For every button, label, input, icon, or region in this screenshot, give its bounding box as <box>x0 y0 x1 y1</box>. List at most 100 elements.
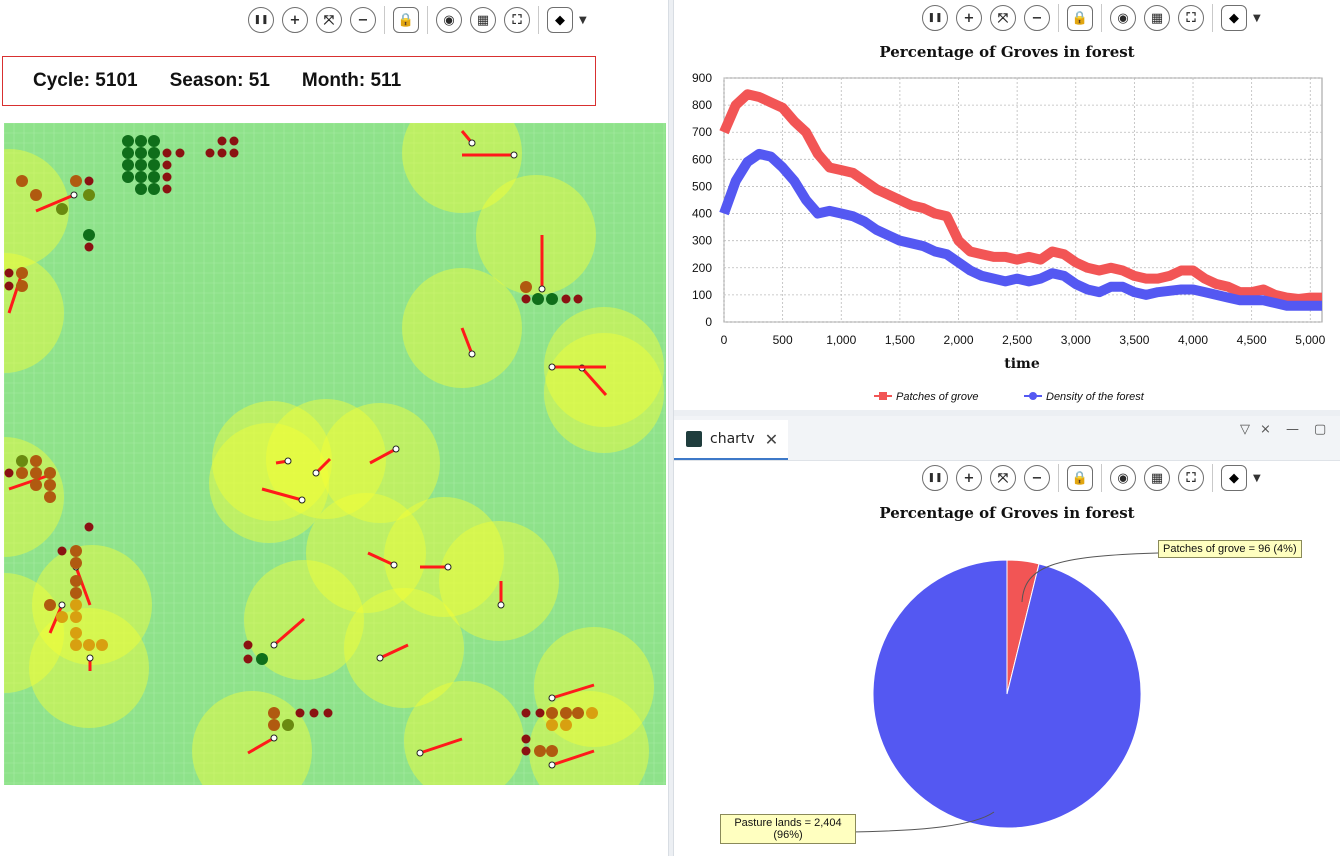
line-chart-title: Percentage of Groves in forest <box>879 43 1135 61</box>
texture-button[interactable]: ▦ <box>470 7 496 33</box>
grove-patch <box>44 599 56 611</box>
grove-patch <box>96 639 108 651</box>
toolbar-separator <box>1058 4 1059 32</box>
pie-chart <box>845 552 1159 833</box>
legend-label: Density of the forest <box>1046 391 1145 403</box>
line-chart-toolbar: ❚❚ + ⤧ − 🔒 ◉ ▦ ⛶ ◆ ▼ <box>918 0 1261 36</box>
grove-patch <box>323 708 333 718</box>
grove-patch <box>16 467 28 479</box>
grove-patch <box>84 176 94 186</box>
pause-icon: ❚❚ <box>253 15 269 25</box>
snapshot-button[interactable]: ◉ <box>1110 5 1136 31</box>
grove-patch <box>546 707 558 719</box>
grove-patch <box>205 148 215 158</box>
season-label: Season: 51 <box>169 70 270 91</box>
zoom-out-button[interactable]: − <box>350 7 376 33</box>
grove-patch <box>561 294 571 304</box>
grove-patch <box>83 639 95 651</box>
agent <box>58 601 66 609</box>
toolbar-separator <box>1101 4 1102 32</box>
toolbar-separator <box>384 6 385 34</box>
snapshot-icon: ◉ <box>1117 10 1129 26</box>
grove-patch <box>148 135 160 147</box>
zoom-out-button[interactable]: − <box>1024 5 1050 31</box>
x-tick-label: 1,000 <box>826 333 856 347</box>
grove-patch <box>70 587 82 599</box>
agent <box>548 761 556 769</box>
pie-label-grove: Patches of grove = 96 (4%) <box>1158 540 1302 558</box>
grove-patch <box>70 611 82 623</box>
legend-marker <box>1029 392 1037 400</box>
x-tick-label: 1,500 <box>885 333 915 347</box>
agent <box>376 654 384 662</box>
grove-patch <box>162 160 172 170</box>
grove-patch <box>309 708 319 718</box>
fullscreen-button[interactable]: ⛶ <box>504 7 530 33</box>
lock-button[interactable]: 🔒 <box>393 7 419 33</box>
fullscreen-button[interactable]: ⛶ <box>1178 5 1204 31</box>
grove-patch <box>44 491 56 503</box>
zoom-in-button[interactable]: + <box>956 5 982 31</box>
pie-label-pasture: Pasture lands = 2,404 (96%) <box>720 814 856 844</box>
grove-patch <box>546 719 558 731</box>
grove-patch <box>16 175 28 187</box>
grove-patch <box>282 719 294 731</box>
texture-button[interactable]: ▦ <box>1144 5 1170 31</box>
grove-patch <box>16 455 28 467</box>
y-tick-label: 900 <box>692 71 712 85</box>
grove-patch <box>175 148 185 158</box>
grove-patch <box>573 294 583 304</box>
agent <box>390 561 398 569</box>
grove-patch <box>122 147 134 159</box>
x-tick-label: 4,000 <box>1178 333 1208 347</box>
grove-patch <box>4 268 14 278</box>
grove-patch <box>135 159 147 171</box>
grove-patch <box>122 135 134 147</box>
y-tick-label: 0 <box>705 315 712 329</box>
x-tick-label: 500 <box>773 333 793 347</box>
simulation-grid[interactable] <box>4 123 666 785</box>
grove-patch <box>70 599 82 611</box>
grove-patch <box>70 627 82 639</box>
grove-patch <box>162 148 172 158</box>
grove-patch <box>256 653 268 665</box>
layers-dropdown-icon[interactable]: ▼ <box>579 15 587 26</box>
zoom-fit-button[interactable]: ⤧ <box>990 5 1016 31</box>
pause-button[interactable]: ❚❚ <box>248 7 274 33</box>
fullscreen-icon: ⛶ <box>512 12 522 28</box>
y-tick-label: 300 <box>692 234 712 248</box>
legend-marker <box>879 392 887 400</box>
zoom-in-button[interactable]: + <box>282 7 308 33</box>
line-chart: 0 500 1,000 1,500 2,000 2,500 3,000 3,500 4,000 4… <box>692 71 1326 403</box>
zoom-fit-button[interactable]: ⤧ <box>316 7 342 33</box>
pie-chart-panel: chartv ✕ ▽ ⨯ — ▢ ❚❚ + ⤧ − 🔒 ◉ ▦ ⛶ ◆ ▼ Percentage … <box>674 416 1340 856</box>
agent <box>392 445 400 453</box>
y-tick-label: 500 <box>692 179 712 193</box>
simulation-canvas[interactable] <box>4 123 666 785</box>
grove-patch <box>148 171 160 183</box>
y-tick-label: 100 <box>692 288 712 302</box>
agent <box>70 191 78 199</box>
pie-label-pasture-line2: (96%) <box>773 829 803 841</box>
x-tick-label: 5,000 <box>1295 333 1325 347</box>
layers-button[interactable]: ◆ <box>547 7 573 33</box>
layers-button[interactable]: ◆ <box>1221 5 1247 31</box>
grove-patch <box>243 654 253 664</box>
grove-patch <box>30 455 42 467</box>
grove-patch <box>84 522 94 532</box>
agent <box>270 641 278 649</box>
x-tick-label: 0 <box>721 333 728 347</box>
month-label: Month: 511 <box>301 70 402 91</box>
snapshot-button[interactable]: ◉ <box>436 7 462 33</box>
agent <box>444 563 452 571</box>
layers-dropdown-icon[interactable]: ▼ <box>1253 13 1261 24</box>
grove-patch <box>268 719 280 731</box>
pie-slice-pasture <box>872 559 1142 829</box>
lock-button[interactable]: 🔒 <box>1067 5 1093 31</box>
pause-button[interactable]: ❚❚ <box>922 5 948 31</box>
zoom-in-icon: + <box>289 12 301 28</box>
x-axis-label: time <box>1004 356 1040 372</box>
simulation-toolbar: ❚❚ + ⤧ − 🔒 ◉ ▦ ⛶ ◆ ▼ <box>244 2 587 38</box>
agent <box>270 734 278 742</box>
texture-icon: ▦ <box>1150 10 1164 26</box>
